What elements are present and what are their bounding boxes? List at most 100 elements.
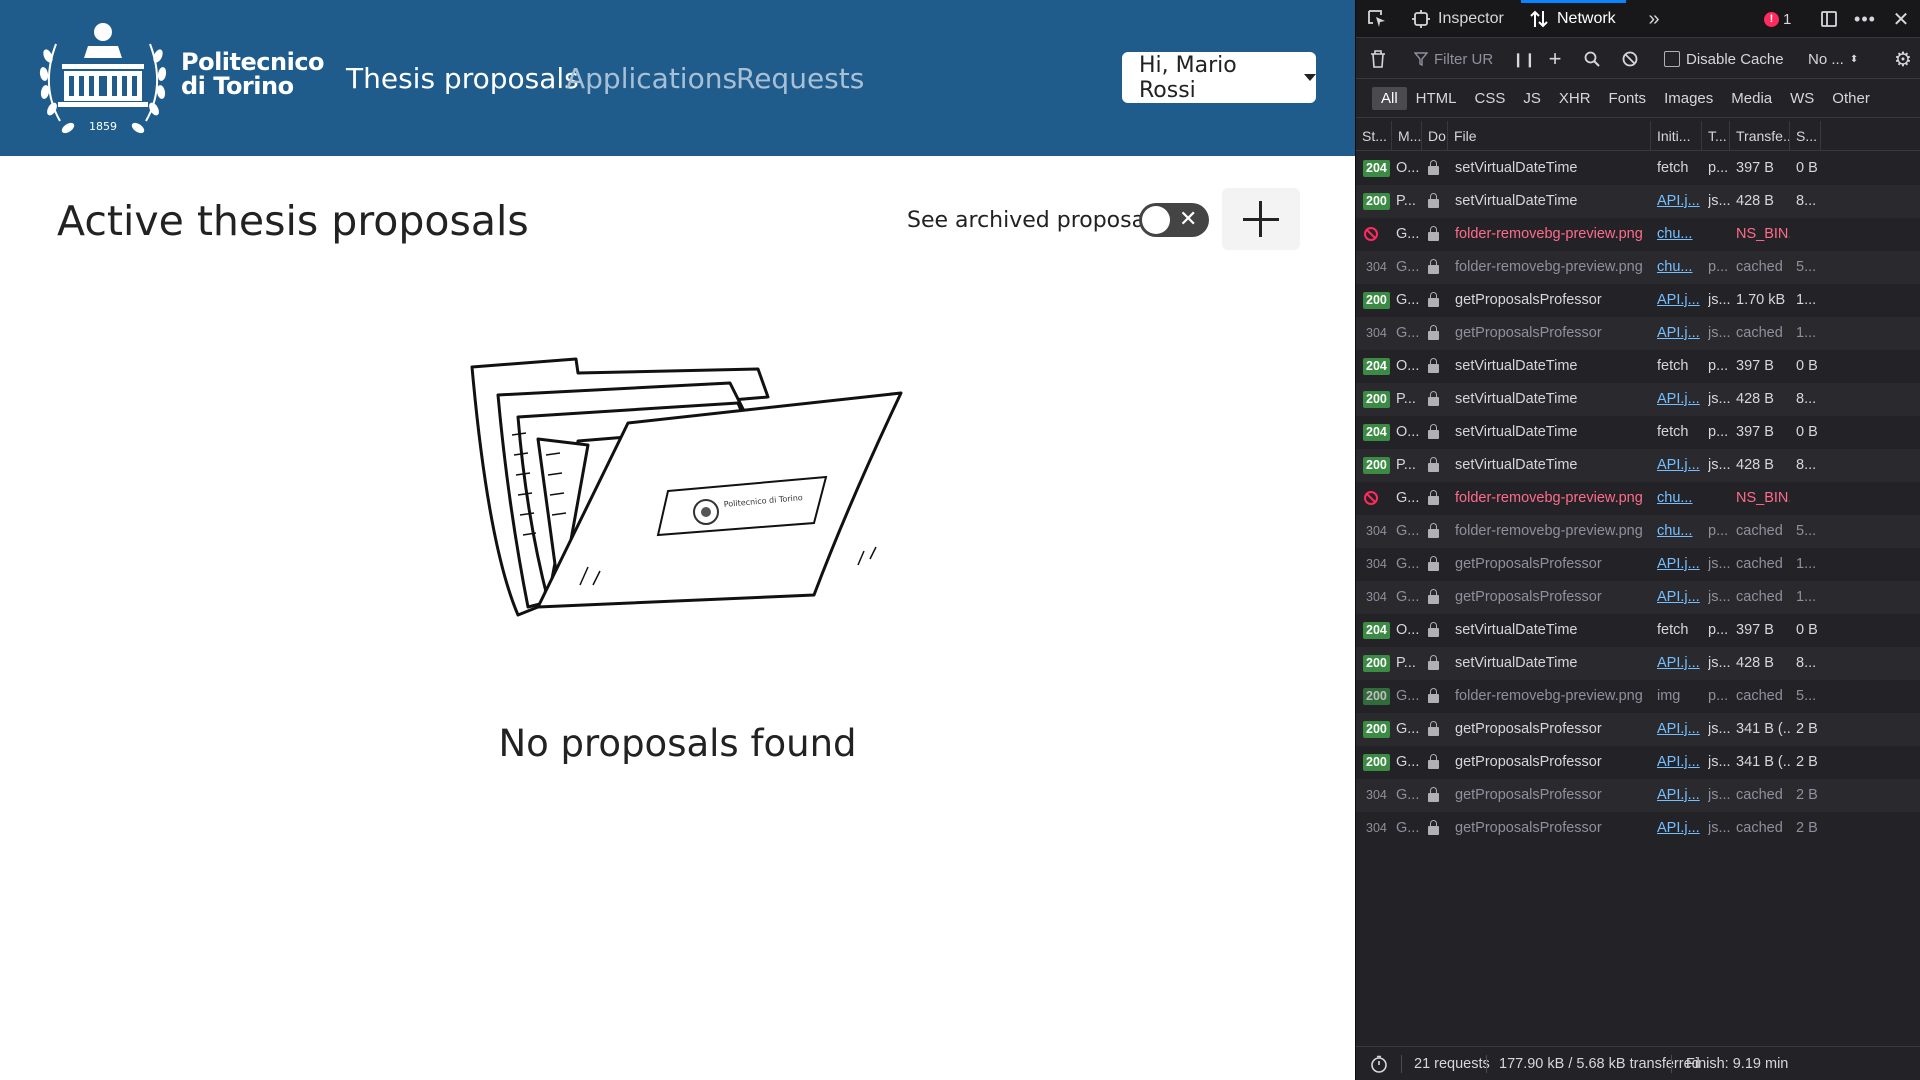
transferred-cell: 428 B xyxy=(1736,193,1774,209)
file-cell: setVirtualDateTime xyxy=(1455,193,1578,209)
initiator-link[interactable]: chu... xyxy=(1657,490,1692,506)
filter-images[interactable]: Images xyxy=(1655,87,1722,110)
initiator-link[interactable]: API.j... xyxy=(1657,589,1700,605)
filter-xhr[interactable]: XHR xyxy=(1550,87,1600,110)
nav-requests[interactable]: Requests xyxy=(736,62,864,96)
type-cell: js... xyxy=(1708,589,1730,605)
request-row[interactable]: 204 O... setVirtualDateTime fetch p... 397 B 0… xyxy=(1356,416,1920,449)
user-greeting: Hi, Mario Rossi xyxy=(1139,52,1237,103)
initiator-link[interactable]: API.j... xyxy=(1657,457,1700,473)
request-row[interactable]: G... folder-removebg-preview.png chu... NS_… xyxy=(1356,482,1920,515)
request-row[interactable]: 304 G... getProposalsProfessor API.j... js..… xyxy=(1356,317,1920,350)
filter-fonts[interactable]: Fonts xyxy=(1600,87,1656,110)
dock-side-icon[interactable] xyxy=(1818,8,1840,30)
tab-network-label: Network xyxy=(1557,10,1616,27)
filter-urls-input[interactable]: Filter URLs xyxy=(1414,45,1510,73)
nav-applications[interactable]: Applications xyxy=(566,62,737,96)
request-row[interactable]: 204 O... setVirtualDateTime fetch p... 397 B 0… xyxy=(1356,152,1920,185)
initiator-link[interactable]: API.j... xyxy=(1657,292,1700,308)
error-count-badge[interactable]: ! 1 xyxy=(1764,8,1791,30)
initiator-link[interactable]: API.j... xyxy=(1657,556,1700,572)
lock-icon xyxy=(1428,152,1446,185)
block-icon[interactable] xyxy=(1620,49,1640,69)
more-tabs-chevron-icon[interactable]: » xyxy=(1643,8,1665,30)
initiator-link[interactable]: chu... xyxy=(1657,523,1692,539)
close-devtools-icon[interactable]: ✕ xyxy=(1890,8,1912,31)
column-header[interactable]: S... xyxy=(1790,121,1821,151)
initiator-link[interactable]: API.j... xyxy=(1657,391,1700,407)
request-row[interactable]: G... folder-removebg-preview.png chu... NS_… xyxy=(1356,218,1920,251)
tab-inspector[interactable]: Inspector xyxy=(1412,0,1504,38)
type-cell: js... xyxy=(1708,820,1730,836)
request-row[interactable]: 200 P... setVirtualDateTime API.j... js... 42… xyxy=(1356,647,1920,680)
request-row[interactable]: 200 G... getProposalsProfessor API.j... js..… xyxy=(1356,713,1920,746)
filter-css[interactable]: CSS xyxy=(1466,87,1515,110)
request-row[interactable]: 304 G... getProposalsProfessor API.j... js..… xyxy=(1356,812,1920,845)
search-icon[interactable] xyxy=(1582,49,1602,69)
filter-js[interactable]: JS xyxy=(1514,87,1550,110)
column-header[interactable]: Transfe... xyxy=(1730,121,1790,151)
request-row[interactable]: 304 G... getProposalsProfessor API.j... js..… xyxy=(1356,581,1920,614)
column-header[interactable]: T... xyxy=(1702,121,1730,151)
column-header[interactable]: File xyxy=(1448,121,1651,151)
nav-thesis-proposals[interactable]: Thesis proposals xyxy=(346,62,579,96)
request-row[interactable]: 200 G... getProposalsProfessor API.j... js..… xyxy=(1356,284,1920,317)
initiator-link[interactable]: API.j... xyxy=(1657,754,1700,770)
brand-name[interactable]: Politecnico di Torino xyxy=(181,50,325,98)
initiator-link[interactable]: API.j... xyxy=(1657,325,1700,341)
filter-other[interactable]: Other xyxy=(1823,87,1879,110)
gear-icon[interactable]: ⚙ xyxy=(1892,48,1914,71)
file-cell: getProposalsProfessor xyxy=(1455,325,1602,341)
size-cell: 2 B xyxy=(1796,721,1818,737)
filter-ws[interactable]: WS xyxy=(1781,87,1823,110)
request-row[interactable]: 304 G... folder-removebg-preview.png chu...… xyxy=(1356,251,1920,284)
column-header[interactable]: St... xyxy=(1356,121,1392,151)
size-cell: 8... xyxy=(1796,457,1817,473)
inspector-icon xyxy=(1412,10,1430,28)
plus-icon[interactable]: + xyxy=(1544,46,1566,71)
size-cell: 0 B xyxy=(1796,622,1818,638)
request-row[interactable]: 200 P... setVirtualDateTime API.j... js... 42… xyxy=(1356,185,1920,218)
archived-toggle[interactable]: ✕ xyxy=(1139,203,1209,237)
politecnico-logo[interactable]: 1859 xyxy=(38,16,168,140)
request-count: 21 requests xyxy=(1414,1056,1490,1072)
request-row[interactable]: 304 G... getProposalsProfessor API.j... js..… xyxy=(1356,548,1920,581)
request-row[interactable]: 200 G... getProposalsProfessor API.j... js..… xyxy=(1356,746,1920,779)
initiator-cell: API.j... xyxy=(1657,185,1701,218)
initiator-link[interactable]: API.j... xyxy=(1657,193,1700,209)
initiator-link[interactable]: chu... xyxy=(1657,226,1692,242)
add-proposal-button[interactable] xyxy=(1222,188,1300,250)
method-cell: G... xyxy=(1396,490,1420,506)
request-row[interactable]: 204 O... setVirtualDateTime fetch p... 397 B 0… xyxy=(1356,614,1920,647)
disable-cache-checkbox[interactable]: Disable Cache xyxy=(1664,39,1784,79)
method-cell: G... xyxy=(1396,688,1420,704)
status-cell: 200 xyxy=(1363,647,1391,680)
request-row[interactable]: 304 G... getProposalsProfessor API.j... js..… xyxy=(1356,779,1920,812)
request-row[interactable]: 200 P... setVirtualDateTime API.j... js... 42… xyxy=(1356,449,1920,482)
tab-network[interactable]: Network xyxy=(1521,0,1626,38)
size-cell: 2 B xyxy=(1796,754,1818,770)
throttling-select[interactable]: No ... ⬍ xyxy=(1808,39,1858,79)
filter-all[interactable]: All xyxy=(1372,87,1407,110)
user-menu-button[interactable]: Hi, Mario Rossi xyxy=(1122,52,1316,103)
column-header[interactable]: M... xyxy=(1392,121,1422,151)
performance-icon[interactable] xyxy=(1368,1053,1390,1075)
filter-media[interactable]: Media xyxy=(1722,87,1781,110)
column-header[interactable]: Initi... xyxy=(1651,121,1702,151)
more-options-icon[interactable]: ••• xyxy=(1854,8,1876,30)
request-row[interactable]: 304 G... folder-removebg-preview.png chu...… xyxy=(1356,515,1920,548)
element-picker-icon[interactable] xyxy=(1366,8,1388,30)
request-row[interactable]: 200 P... setVirtualDateTime API.j... js... 42… xyxy=(1356,383,1920,416)
initiator-link[interactable]: API.j... xyxy=(1657,787,1700,803)
pause-icon[interactable]: ❙❙ xyxy=(1512,49,1535,69)
initiator-link[interactable]: API.j... xyxy=(1657,655,1700,671)
file-cell: getProposalsProfessor xyxy=(1455,556,1602,572)
request-row[interactable]: 204 O... setVirtualDateTime fetch p... 397 B 0… xyxy=(1356,350,1920,383)
filter-html[interactable]: HTML xyxy=(1407,87,1466,110)
initiator-link[interactable]: API.j... xyxy=(1657,721,1700,737)
column-header[interactable]: Do xyxy=(1422,121,1448,151)
request-row[interactable]: 200 G... folder-removebg-preview.png img p..… xyxy=(1356,680,1920,713)
initiator-link[interactable]: API.j... xyxy=(1657,820,1700,836)
trash-icon[interactable] xyxy=(1368,49,1388,69)
initiator-link[interactable]: chu... xyxy=(1657,259,1692,275)
